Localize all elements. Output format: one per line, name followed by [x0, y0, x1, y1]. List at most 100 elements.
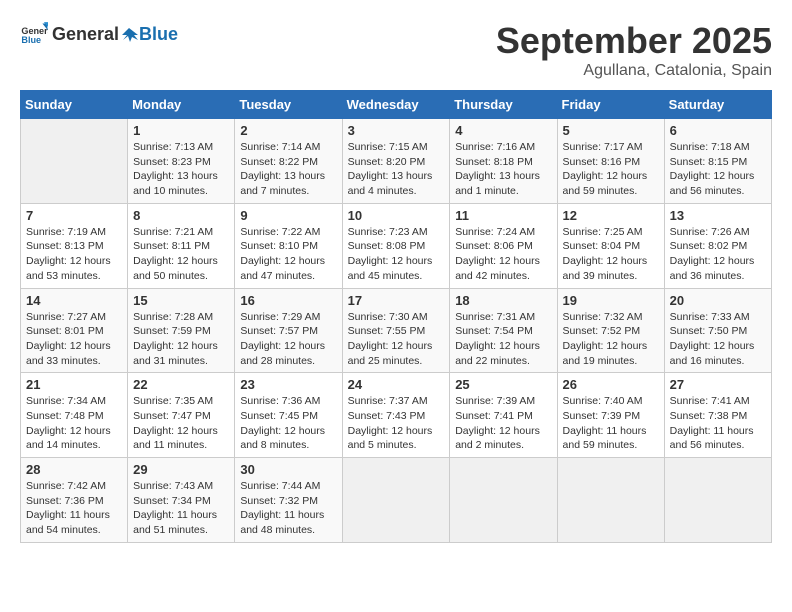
calendar-cell: 16 Sunrise: 7:29 AMSunset: 7:57 PMDayligh… — [235, 288, 342, 373]
logo-bird-icon — [120, 26, 138, 44]
weekday-header-cell: Tuesday — [235, 91, 342, 119]
day-number: 20 — [670, 293, 766, 308]
day-info: Sunrise: 7:42 AMSunset: 7:36 PMDaylight:… — [26, 479, 122, 538]
calendar-cell: 30 Sunrise: 7:44 AMSunset: 7:32 PMDayligh… — [235, 458, 342, 543]
month-title: September 2025 — [496, 20, 772, 62]
day-number: 8 — [133, 208, 229, 223]
calendar-cell: 29Sunrise: 7:43 AMSunset: 7:34 PMDayligh… — [128, 458, 235, 543]
day-info: Sunrise: 7:30 AMSunset: 7:55 PMDaylight:… — [348, 310, 445, 369]
day-number: 27 — [670, 377, 766, 392]
day-info: Sunrise: 7:16 AMSunset: 8:18 PMDaylight:… — [455, 140, 551, 199]
calendar-cell: 11 Sunrise: 7:24 AMSunset: 8:06 PMDayligh… — [450, 203, 557, 288]
calendar-cell: 5 Sunrise: 7:17 AMSunset: 8:16 PMDaylight… — [557, 119, 664, 204]
day-info: Sunrise: 7:15 AMSunset: 8:20 PMDaylight:… — [348, 140, 445, 199]
calendar-cell: 2 Sunrise: 7:14 AMSunset: 8:22 PMDaylight… — [235, 119, 342, 204]
day-info: Sunrise: 7:21 AMSunset: 8:11 PMDaylight:… — [133, 225, 229, 284]
calendar-cell: 17 Sunrise: 7:30 AMSunset: 7:55 PMDayligh… — [342, 288, 450, 373]
calendar-cell: 8 Sunrise: 7:21 AMSunset: 8:11 PMDaylight… — [128, 203, 235, 288]
title-area: September 2025 Agullana, Catalonia, Spai… — [496, 20, 772, 80]
logo: General Blue GeneralBlue — [20, 20, 178, 48]
weekday-header-cell: Sunday — [21, 91, 128, 119]
day-number: 12 — [563, 208, 659, 223]
day-info: Sunrise: 7:19 AMSunset: 8:13 PMDaylight:… — [26, 225, 122, 284]
day-number: 21 — [26, 377, 122, 392]
calendar-cell: 27 Sunrise: 7:41 AMSunset: 7:38 PMDayligh… — [664, 373, 771, 458]
calendar-cell: 7 Sunrise: 7:19 AMSunset: 8:13 PMDaylight… — [21, 203, 128, 288]
day-info: Sunrise: 7:14 AMSunset: 8:22 PMDaylight:… — [240, 140, 336, 199]
calendar-week-row: 14Sunrise: 7:27 AMSunset: 8:01 PMDayligh… — [21, 288, 772, 373]
day-info: Sunrise: 7:26 AMSunset: 8:02 PMDaylight:… — [670, 225, 766, 284]
calendar-cell: 3 Sunrise: 7:15 AMSunset: 8:20 PMDaylight… — [342, 119, 450, 204]
calendar-cell: 26 Sunrise: 7:40 AMSunset: 7:39 PMDayligh… — [557, 373, 664, 458]
calendar-cell: 28Sunrise: 7:42 AMSunset: 7:36 PMDayligh… — [21, 458, 128, 543]
day-info: Sunrise: 7:44 AMSunset: 7:32 PMDaylight:… — [240, 479, 336, 538]
logo-text: GeneralBlue — [52, 24, 178, 44]
day-number: 16 — [240, 293, 336, 308]
location-title: Agullana, Catalonia, Spain — [496, 62, 772, 80]
day-number: 1 — [133, 123, 229, 138]
day-info: Sunrise: 7:40 AMSunset: 7:39 PMDaylight:… — [563, 394, 659, 453]
day-number: 19 — [563, 293, 659, 308]
calendar-cell: 6 Sunrise: 7:18 AMSunset: 8:15 PMDaylight… — [664, 119, 771, 204]
day-number: 13 — [670, 208, 766, 223]
day-info: Sunrise: 7:25 AMSunset: 8:04 PMDaylight:… — [563, 225, 659, 284]
calendar-table: SundayMondayTuesdayWednesdayThursdayFrid… — [20, 90, 772, 543]
day-number: 17 — [348, 293, 445, 308]
day-number: 26 — [563, 377, 659, 392]
day-info: Sunrise: 7:22 AMSunset: 8:10 PMDaylight:… — [240, 225, 336, 284]
day-number: 5 — [563, 123, 659, 138]
calendar-cell: 10Sunrise: 7:23 AMSunset: 8:08 PMDayligh… — [342, 203, 450, 288]
day-number: 7 — [26, 208, 122, 223]
day-info: Sunrise: 7:24 AMSunset: 8:06 PMDaylight:… — [455, 225, 551, 284]
day-info: Sunrise: 7:34 AMSunset: 7:48 PMDaylight:… — [26, 394, 122, 453]
day-info: Sunrise: 7:41 AMSunset: 7:38 PMDaylight:… — [670, 394, 766, 453]
calendar-cell: 13 Sunrise: 7:26 AMSunset: 8:02 PMDayligh… — [664, 203, 771, 288]
day-number: 6 — [670, 123, 766, 138]
calendar-week-row: 7 Sunrise: 7:19 AMSunset: 8:13 PMDaylight… — [21, 203, 772, 288]
calendar-cell: 25 Sunrise: 7:39 AMSunset: 7:41 PMDayligh… — [450, 373, 557, 458]
day-number: 9 — [240, 208, 336, 223]
day-number: 14 — [26, 293, 122, 308]
calendar-cell: 24 Sunrise: 7:37 AMSunset: 7:43 PMDayligh… — [342, 373, 450, 458]
day-info: Sunrise: 7:18 AMSunset: 8:15 PMDaylight:… — [670, 140, 766, 199]
weekday-header-cell: Friday — [557, 91, 664, 119]
weekday-header-cell: Monday — [128, 91, 235, 119]
day-info: Sunrise: 7:32 AMSunset: 7:52 PMDaylight:… — [563, 310, 659, 369]
calendar-cell: 4 Sunrise: 7:16 AMSunset: 8:18 PMDaylight… — [450, 119, 557, 204]
day-number: 18 — [455, 293, 551, 308]
calendar-cell: 19 Sunrise: 7:32 AMSunset: 7:52 PMDayligh… — [557, 288, 664, 373]
calendar-cell — [664, 458, 771, 543]
day-info: Sunrise: 7:23 AMSunset: 8:08 PMDaylight:… — [348, 225, 445, 284]
calendar-body: 1 Sunrise: 7:13 AMSunset: 8:23 PMDaylight… — [21, 119, 772, 543]
calendar-week-row: 21 Sunrise: 7:34 AMSunset: 7:48 PMDayligh… — [21, 373, 772, 458]
calendar-cell: 15Sunrise: 7:28 AMSunset: 7:59 PMDayligh… — [128, 288, 235, 373]
calendar-cell — [21, 119, 128, 204]
weekday-header-row: SundayMondayTuesdayWednesdayThursdayFrid… — [21, 91, 772, 119]
calendar-week-row: 1 Sunrise: 7:13 AMSunset: 8:23 PMDaylight… — [21, 119, 772, 204]
day-number: 2 — [240, 123, 336, 138]
day-info: Sunrise: 7:29 AMSunset: 7:57 PMDaylight:… — [240, 310, 336, 369]
day-info: Sunrise: 7:17 AMSunset: 8:16 PMDaylight:… — [563, 140, 659, 199]
calendar-cell — [450, 458, 557, 543]
day-info: Sunrise: 7:31 AMSunset: 7:54 PMDaylight:… — [455, 310, 551, 369]
day-number: 25 — [455, 377, 551, 392]
day-number: 22 — [133, 377, 229, 392]
calendar-cell: 20 Sunrise: 7:33 AMSunset: 7:50 PMDayligh… — [664, 288, 771, 373]
day-info: Sunrise: 7:13 AMSunset: 8:23 PMDaylight:… — [133, 140, 229, 199]
logo-icon: General Blue — [20, 20, 48, 48]
day-number: 4 — [455, 123, 551, 138]
day-info: Sunrise: 7:37 AMSunset: 7:43 PMDaylight:… — [348, 394, 445, 453]
calendar-cell: 12 Sunrise: 7:25 AMSunset: 8:04 PMDayligh… — [557, 203, 664, 288]
day-info: Sunrise: 7:33 AMSunset: 7:50 PMDaylight:… — [670, 310, 766, 369]
weekday-header-cell: Wednesday — [342, 91, 450, 119]
day-number: 3 — [348, 123, 445, 138]
day-info: Sunrise: 7:39 AMSunset: 7:41 PMDaylight:… — [455, 394, 551, 453]
svg-text:Blue: Blue — [21, 35, 41, 45]
calendar-cell: 22Sunrise: 7:35 AMSunset: 7:47 PMDayligh… — [128, 373, 235, 458]
day-number: 30 — [240, 462, 336, 477]
calendar-cell: 23Sunrise: 7:36 AMSunset: 7:45 PMDayligh… — [235, 373, 342, 458]
calendar-cell: 18 Sunrise: 7:31 AMSunset: 7:54 PMDayligh… — [450, 288, 557, 373]
day-number: 11 — [455, 208, 551, 223]
day-number: 24 — [348, 377, 445, 392]
day-number: 15 — [133, 293, 229, 308]
